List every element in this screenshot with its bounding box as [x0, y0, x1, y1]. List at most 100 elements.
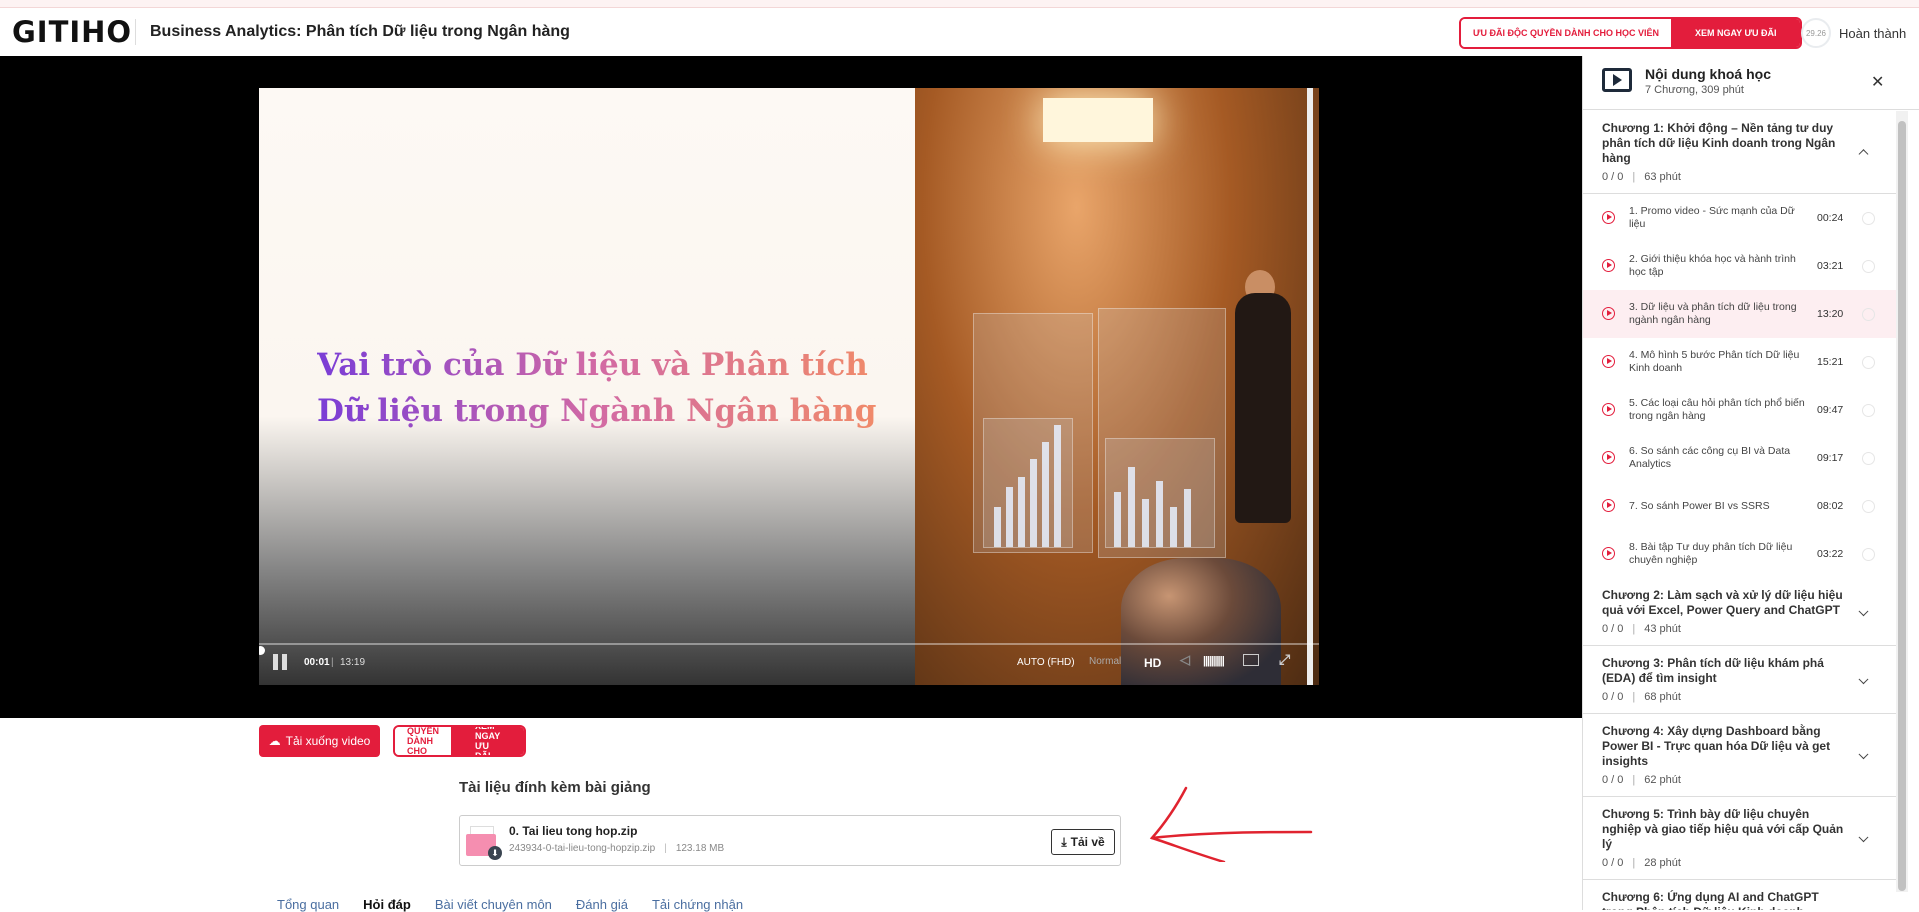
lesson-title: 5. Các loại câu hỏi phân tích phổ biến t… — [1629, 397, 1805, 422]
download-icon: ⤓ — [1061, 834, 1067, 849]
lesson-title: 8. Bài tập Tư duy phân tích Dữ liệu chuy… — [1629, 541, 1793, 566]
chevron-up-icon[interactable] — [1858, 149, 1869, 160]
course-content-sidebar: Nội dung khoá học 7 Chương, 309 phút ✕ C… — [1582, 56, 1919, 910]
promo-banner-mid[interactable]: ƯU ĐÃI ĐỘC QUYỀN DÀNH CHO HỌC VIÊN XEM N… — [393, 725, 527, 757]
promo-view-button-2[interactable]: XEM NGAY ƯU ĐÃI — [451, 727, 525, 755]
sidebar-scrollbar[interactable] — [1896, 111, 1908, 892]
slide-heading: Vai trò của Dữ liệu và Phân tích Dữ liệu… — [317, 342, 876, 434]
chapter-duration: 68 phút — [1644, 691, 1681, 703]
chapter-duration: 62 phút — [1644, 774, 1681, 786]
chapter-progress: 0 / 0 — [1602, 623, 1624, 635]
sidebar-title: Nội dung khoá học — [1645, 66, 1771, 82]
lesson-item[interactable]: 4. Mô hình 5 bước Phân tích Dữ liệu Kinh… — [1583, 338, 1897, 386]
close-icon[interactable]: ✕ — [1871, 72, 1884, 92]
chapter-progress: 0 / 0 — [1602, 774, 1624, 786]
lesson-duration: 03:21 — [1817, 260, 1844, 272]
lesson-item[interactable]: 5. Các loại câu hỏi phân tích phổ biến t… — [1583, 386, 1897, 434]
promo-banner-top[interactable]: ƯU ĐÃI ĐỘC QUYỀN DÀNH CHO HỌC VIÊN XEM N… — [1459, 17, 1803, 49]
play-circle-icon — [1602, 259, 1615, 272]
video-player[interactable]: Vai trò của Dữ liệu và Phân tích Dữ liệu… — [259, 88, 1319, 685]
chapter-meta: 0 / 0 | 63 phút — [1602, 171, 1681, 183]
lesson-item[interactable]: 7. So sánh Power BI vs SSRS 08:02 — [1583, 482, 1897, 530]
chapter-progress: 0 / 0 — [1602, 857, 1624, 869]
sidebar-subtitle: 7 Chương, 309 phút — [1645, 84, 1744, 96]
lesson-item[interactable]: 1. Promo video - Sức mạnh của Dữ liệu 00… — [1583, 194, 1897, 242]
lesson-duration: 03:22 — [1817, 548, 1844, 560]
chapter-item[interactable]: Chương 6: Ứng dụng AI and ChatGPT trong … — [1583, 880, 1897, 910]
chapter-duration: 43 phút — [1644, 623, 1681, 635]
chapter-item[interactable]: Chương 4: Xây dựng Dashboard bằng Power … — [1583, 714, 1897, 797]
chapter-item[interactable]: Chương 3: Phân tích dữ liệu khám phá (ED… — [1583, 646, 1897, 714]
chapter-duration: 28 phút — [1644, 857, 1681, 869]
pip-icon[interactable] — [1243, 654, 1259, 666]
lesson-title: 1. Promo video - Sức mạnh của Dữ liệu — [1629, 205, 1795, 230]
promo-exclusive-label-2[interactable]: ƯU ĐÃI ĐỘC QUYỀN DÀNH CHO HỌC VIÊN — [395, 727, 452, 755]
chapter-meta: 0 / 0 | 62 phút — [1602, 774, 1681, 786]
seek-handle[interactable] — [259, 646, 265, 655]
gitiho-logo[interactable]: GITIHO — [12, 15, 131, 49]
attachment-name: 0. Tai lieu tong hop.zip — [509, 824, 638, 838]
chapter-item[interactable]: Chương 5: Trình bày dữ liệu chuyên nghiệ… — [1583, 797, 1897, 880]
office-photo — [915, 88, 1319, 685]
sidebar-scroll-thumb[interactable] — [1898, 121, 1906, 891]
sidebar-header: Nội dung khoá học 7 Chương, 309 phút ✕ — [1583, 56, 1919, 110]
hologram-chart-2 — [1105, 438, 1215, 548]
quality-selector[interactable]: AUTO (FHD) — [1017, 657, 1075, 668]
chapter-duration: 63 phút — [1644, 171, 1681, 183]
chapter-title: Chương 5: Trình bày dữ liệu chuyên nghiệ… — [1602, 807, 1844, 851]
zip-folder-icon: ⬇ — [466, 824, 504, 860]
volume-bars-icon[interactable]: |||||||||| — [1203, 655, 1225, 667]
play-circle-icon — [1602, 499, 1615, 512]
chapter-meta: 0 / 0 | 43 phút — [1602, 623, 1681, 635]
lesson-status-circle — [1862, 403, 1875, 417]
lesson-item-current[interactable]: 3. Dữ liệu và phân tích dữ liệu trong ng… — [1583, 290, 1897, 338]
top-strip — [0, 0, 1919, 8]
lesson-item[interactable]: 6. So sánh các công cụ BI và Data Analyt… — [1583, 434, 1897, 482]
download-video-button[interactable]: ☁ Tải xuống video — [259, 725, 380, 757]
slide-heading-line2: Dữ liệu trong Ngành Ngân hàng — [317, 388, 876, 434]
download-attachment-button[interactable]: ⤓ Tải về — [1051, 829, 1115, 855]
chapter-title: Chương 6: Ứng dụng AI and ChatGPT trong … — [1602, 890, 1819, 910]
lesson-item[interactable]: 8. Bài tập Tư duy phân tích Dữ liệu chuy… — [1583, 530, 1897, 578]
play-circle-icon — [1602, 211, 1615, 224]
play-circle-icon — [1602, 355, 1615, 368]
hd-badge[interactable]: HD — [1144, 656, 1161, 670]
chevron-down-icon[interactable] — [1858, 673, 1869, 684]
chapter-title: Chương 1: Khởi động – Nền tảng tư duy ph… — [1602, 121, 1836, 165]
attachment-meta: 243934-0-tai-lieu-tong-hopzip.zip | 123.18… — [509, 843, 725, 854]
lesson-title: 6. So sánh các công cụ BI và Data Analyt… — [1629, 445, 1791, 470]
lesson-item[interactable]: 2. Giới thiệu khóa học và hành trình học… — [1583, 242, 1897, 290]
chapter-list: Chương 1: Khởi động – Nền tảng tư duy ph… — [1583, 111, 1897, 910]
chapter-meta: 0 / 0 | 68 phút — [1602, 691, 1681, 703]
promo-exclusive-label[interactable]: ƯU ĐÃI ĐỘC QUYỀN DÀNH CHO HỌC VIÊN — [1461, 19, 1671, 47]
chapter-item[interactable]: Chương 2: Làm sạch và xử lý dữ liệu hiệu… — [1583, 578, 1897, 646]
lesson-status-circle — [1862, 307, 1875, 321]
chevron-down-icon[interactable] — [1858, 605, 1869, 616]
attachment-item: ⬇ 0. Tai lieu tong hop.zip 243934-0-tai-… — [459, 815, 1121, 866]
lesson-status-circle — [1862, 211, 1875, 225]
completion-label: Hoàn thành — [1839, 26, 1907, 41]
lesson-status-circle — [1862, 499, 1875, 513]
seek-bar[interactable] — [259, 643, 1319, 655]
video-scroll-track — [1307, 88, 1313, 685]
attachment-size: 123.18 MB — [675, 843, 725, 854]
speed-selector[interactable]: Normal — [1089, 656, 1121, 667]
chapter-title: Chương 3: Phân tích dữ liệu khám phá (ED… — [1602, 656, 1824, 685]
hologram-chart — [983, 418, 1073, 548]
lesson-title: 2. Giới thiệu khóa học và hành trình học… — [1629, 253, 1796, 278]
chevron-down-icon[interactable] — [1858, 832, 1869, 843]
lesson-status-circle — [1862, 547, 1875, 561]
lesson-duration: 09:47 — [1817, 404, 1844, 416]
lesson-status-circle — [1862, 259, 1875, 273]
fullscreen-icon[interactable]: ⤢ — [1279, 651, 1290, 668]
pause-icon[interactable] — [273, 654, 287, 670]
promo-view-button[interactable]: XEM NGAY ƯU ĐÃI — [1670, 19, 1801, 47]
red-arrow-annotation — [1149, 786, 1313, 862]
play-circle-icon — [1602, 403, 1615, 416]
chapter-item[interactable]: Chương 1: Khởi động – Nền tảng tư duy ph… — [1583, 111, 1897, 194]
lesson-title: 3. Dữ liệu và phân tích dữ liệu trong ng… — [1629, 301, 1797, 326]
chevron-down-icon[interactable] — [1858, 749, 1869, 760]
lesson-duration: 15:21 — [1817, 356, 1844, 368]
play-circle-icon — [1602, 451, 1615, 464]
volume-icon[interactable]: ◁ — [1180, 652, 1190, 668]
